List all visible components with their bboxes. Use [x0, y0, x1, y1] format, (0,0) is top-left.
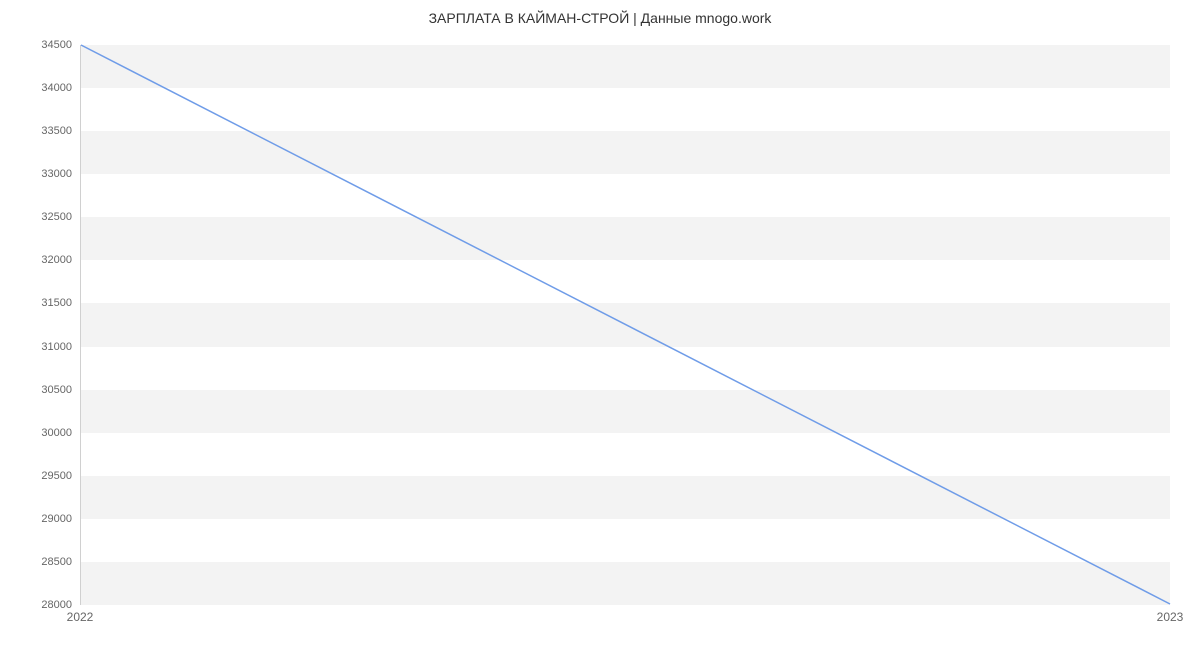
y-tick-label: 33500 [0, 125, 78, 137]
y-tick-label: 33000 [0, 168, 78, 180]
y-tick-label: 28500 [0, 556, 78, 568]
y-tick-label: 30000 [0, 427, 78, 439]
line-layer [81, 45, 1170, 604]
y-tick-label: 32000 [0, 254, 78, 266]
y-tick-label: 29000 [0, 513, 78, 525]
y-tick-label: 34500 [0, 39, 78, 51]
x-tick-label: 2022 [67, 610, 94, 624]
y-tick-label: 34000 [0, 82, 78, 94]
chart-title: ЗАРПЛАТА В КАЙМАН-СТРОЙ | Данные mnogo.w… [0, 0, 1200, 26]
salary-line-chart: ЗАРПЛАТА В КАЙМАН-СТРОЙ | Данные mnogo.w… [0, 0, 1200, 650]
y-tick-label: 31000 [0, 341, 78, 353]
y-tick-label: 32500 [0, 211, 78, 223]
x-tick-label: 2023 [1157, 610, 1184, 624]
y-tick-label: 30500 [0, 384, 78, 396]
series-line [81, 45, 1170, 604]
y-tick-label: 31500 [0, 297, 78, 309]
plot-area [80, 45, 1170, 605]
y-tick-label: 29500 [0, 470, 78, 482]
